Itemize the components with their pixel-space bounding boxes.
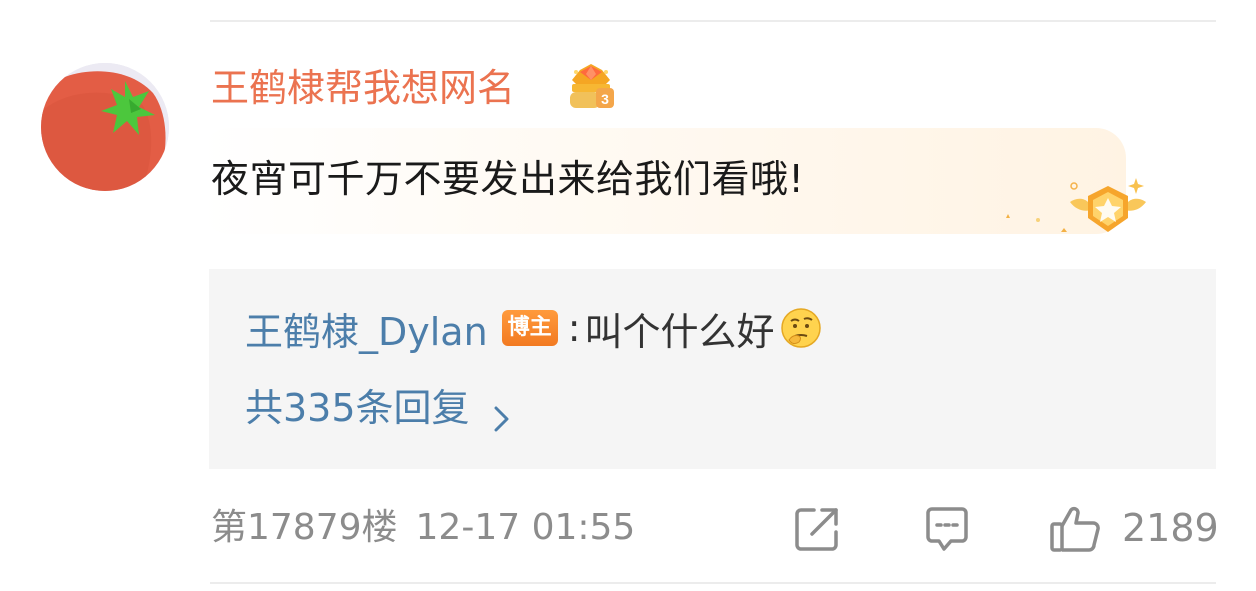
user-avatar[interactable] bbox=[41, 63, 169, 191]
reply-preview-box[interactable] bbox=[209, 269, 1216, 469]
crown-level-3-icon[interactable]: 3 bbox=[566, 62, 616, 110]
chevron-right-icon[interactable] bbox=[492, 393, 512, 432]
reply-author[interactable]: 王鹤棣_Dylan bbox=[245, 301, 488, 356]
thumbs-up-icon[interactable] bbox=[1049, 504, 1103, 554]
reply-separator: : bbox=[567, 306, 581, 350]
svg-text:3: 3 bbox=[601, 91, 609, 107]
bottom-divider bbox=[210, 582, 1216, 584]
reply-preview-line: 王鹤棣_Dylan 博主 : 叫个什么好 bbox=[245, 300, 823, 356]
view-all-replies-link[interactable]: 共335条回复 bbox=[245, 380, 512, 436]
comment-text: 夜宵可千万不要发出来给我们看哦! bbox=[211, 157, 805, 201]
winged-star-medal-icon bbox=[1000, 168, 1150, 248]
share-icon[interactable] bbox=[792, 504, 842, 554]
comment-username[interactable]: 王鹤棣帮我想网名 bbox=[211, 62, 515, 114]
comment-icon[interactable] bbox=[922, 504, 972, 554]
thinking-emoji-icon bbox=[779, 306, 823, 350]
comment-meta: 第17879楼 12-17 01:55 bbox=[211, 502, 635, 554]
like-count: 2189 bbox=[1122, 506, 1219, 550]
top-divider bbox=[210, 20, 1216, 22]
host-badge: 博主 bbox=[501, 310, 558, 346]
comment-time: 12-17 01:55 bbox=[415, 507, 636, 548]
reply-text: 叫个什么好 bbox=[584, 309, 775, 354]
view-all-replies-label[interactable]: 共335条回复 bbox=[245, 380, 470, 436]
floor-number: 第17879楼 bbox=[211, 507, 398, 548]
tomato-avatar-image bbox=[41, 63, 169, 191]
